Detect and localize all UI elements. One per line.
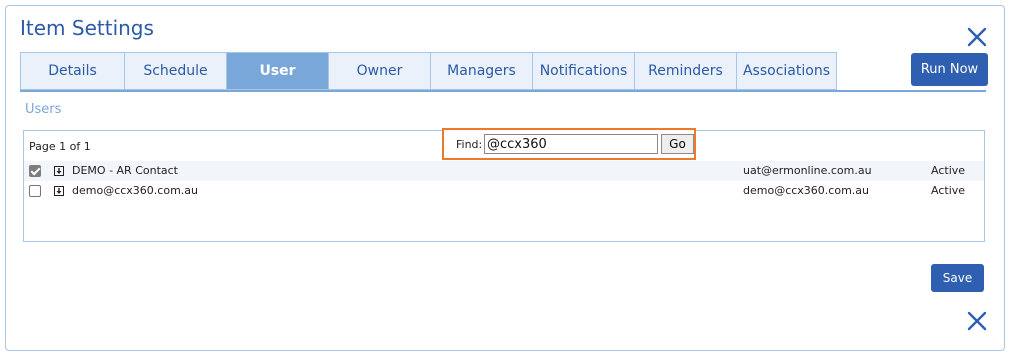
find-box: Find: Go [442, 128, 696, 160]
tab-user[interactable]: User [226, 52, 328, 90]
run-now-button[interactable]: Run Now [911, 53, 988, 86]
tab-details[interactable]: Details [20, 52, 124, 90]
tab-notifications[interactable]: Notifications [532, 52, 634, 90]
pager-text: Page 1 of 1 [29, 140, 91, 153]
tab-bar: Details Schedule User Owner Managers Not… [20, 52, 837, 90]
table-row: demo@ccx360.com.au demo@ccx360.com.au Ac… [24, 181, 984, 201]
find-label: Find: [456, 138, 483, 151]
tab-associations[interactable]: Associations [736, 52, 837, 90]
close-icon[interactable] [966, 26, 988, 48]
row-checkbox[interactable] [29, 185, 41, 197]
user-list: DEMO - AR Contact uat@ermonline.com.au A… [24, 161, 984, 201]
save-button[interactable]: Save [931, 264, 984, 292]
users-panel: Page 1 of 1 Find: Go DEMO - AR Contact u… [23, 128, 985, 242]
section-label-users: Users [25, 102, 62, 117]
tab-managers[interactable]: Managers [430, 52, 532, 90]
user-name: demo@ccx360.com.au [72, 184, 198, 197]
user-name: DEMO - AR Contact [72, 164, 178, 177]
tab-schedule[interactable]: Schedule [124, 52, 226, 90]
item-settings-dialog: Item Settings Details Schedule User Owne… [5, 5, 1005, 351]
user-status: Active [931, 184, 966, 197]
user-status: Active [931, 164, 966, 177]
user-email: demo@ccx360.com.au [743, 184, 869, 197]
user-email: uat@ermonline.com.au [743, 164, 872, 177]
go-button[interactable]: Go [661, 134, 694, 154]
tab-reminders[interactable]: Reminders [634, 52, 736, 90]
tab-owner[interactable]: Owner [328, 52, 430, 90]
close-icon[interactable] [966, 310, 988, 332]
row-checkbox[interactable] [29, 165, 41, 177]
tab-underline [20, 90, 986, 92]
expand-arrow-icon[interactable] [54, 166, 64, 176]
find-input[interactable] [484, 134, 658, 154]
dialog-title: Item Settings [20, 16, 154, 40]
table-row: DEMO - AR Contact uat@ermonline.com.au A… [24, 161, 984, 181]
expand-arrow-icon[interactable] [54, 186, 64, 196]
